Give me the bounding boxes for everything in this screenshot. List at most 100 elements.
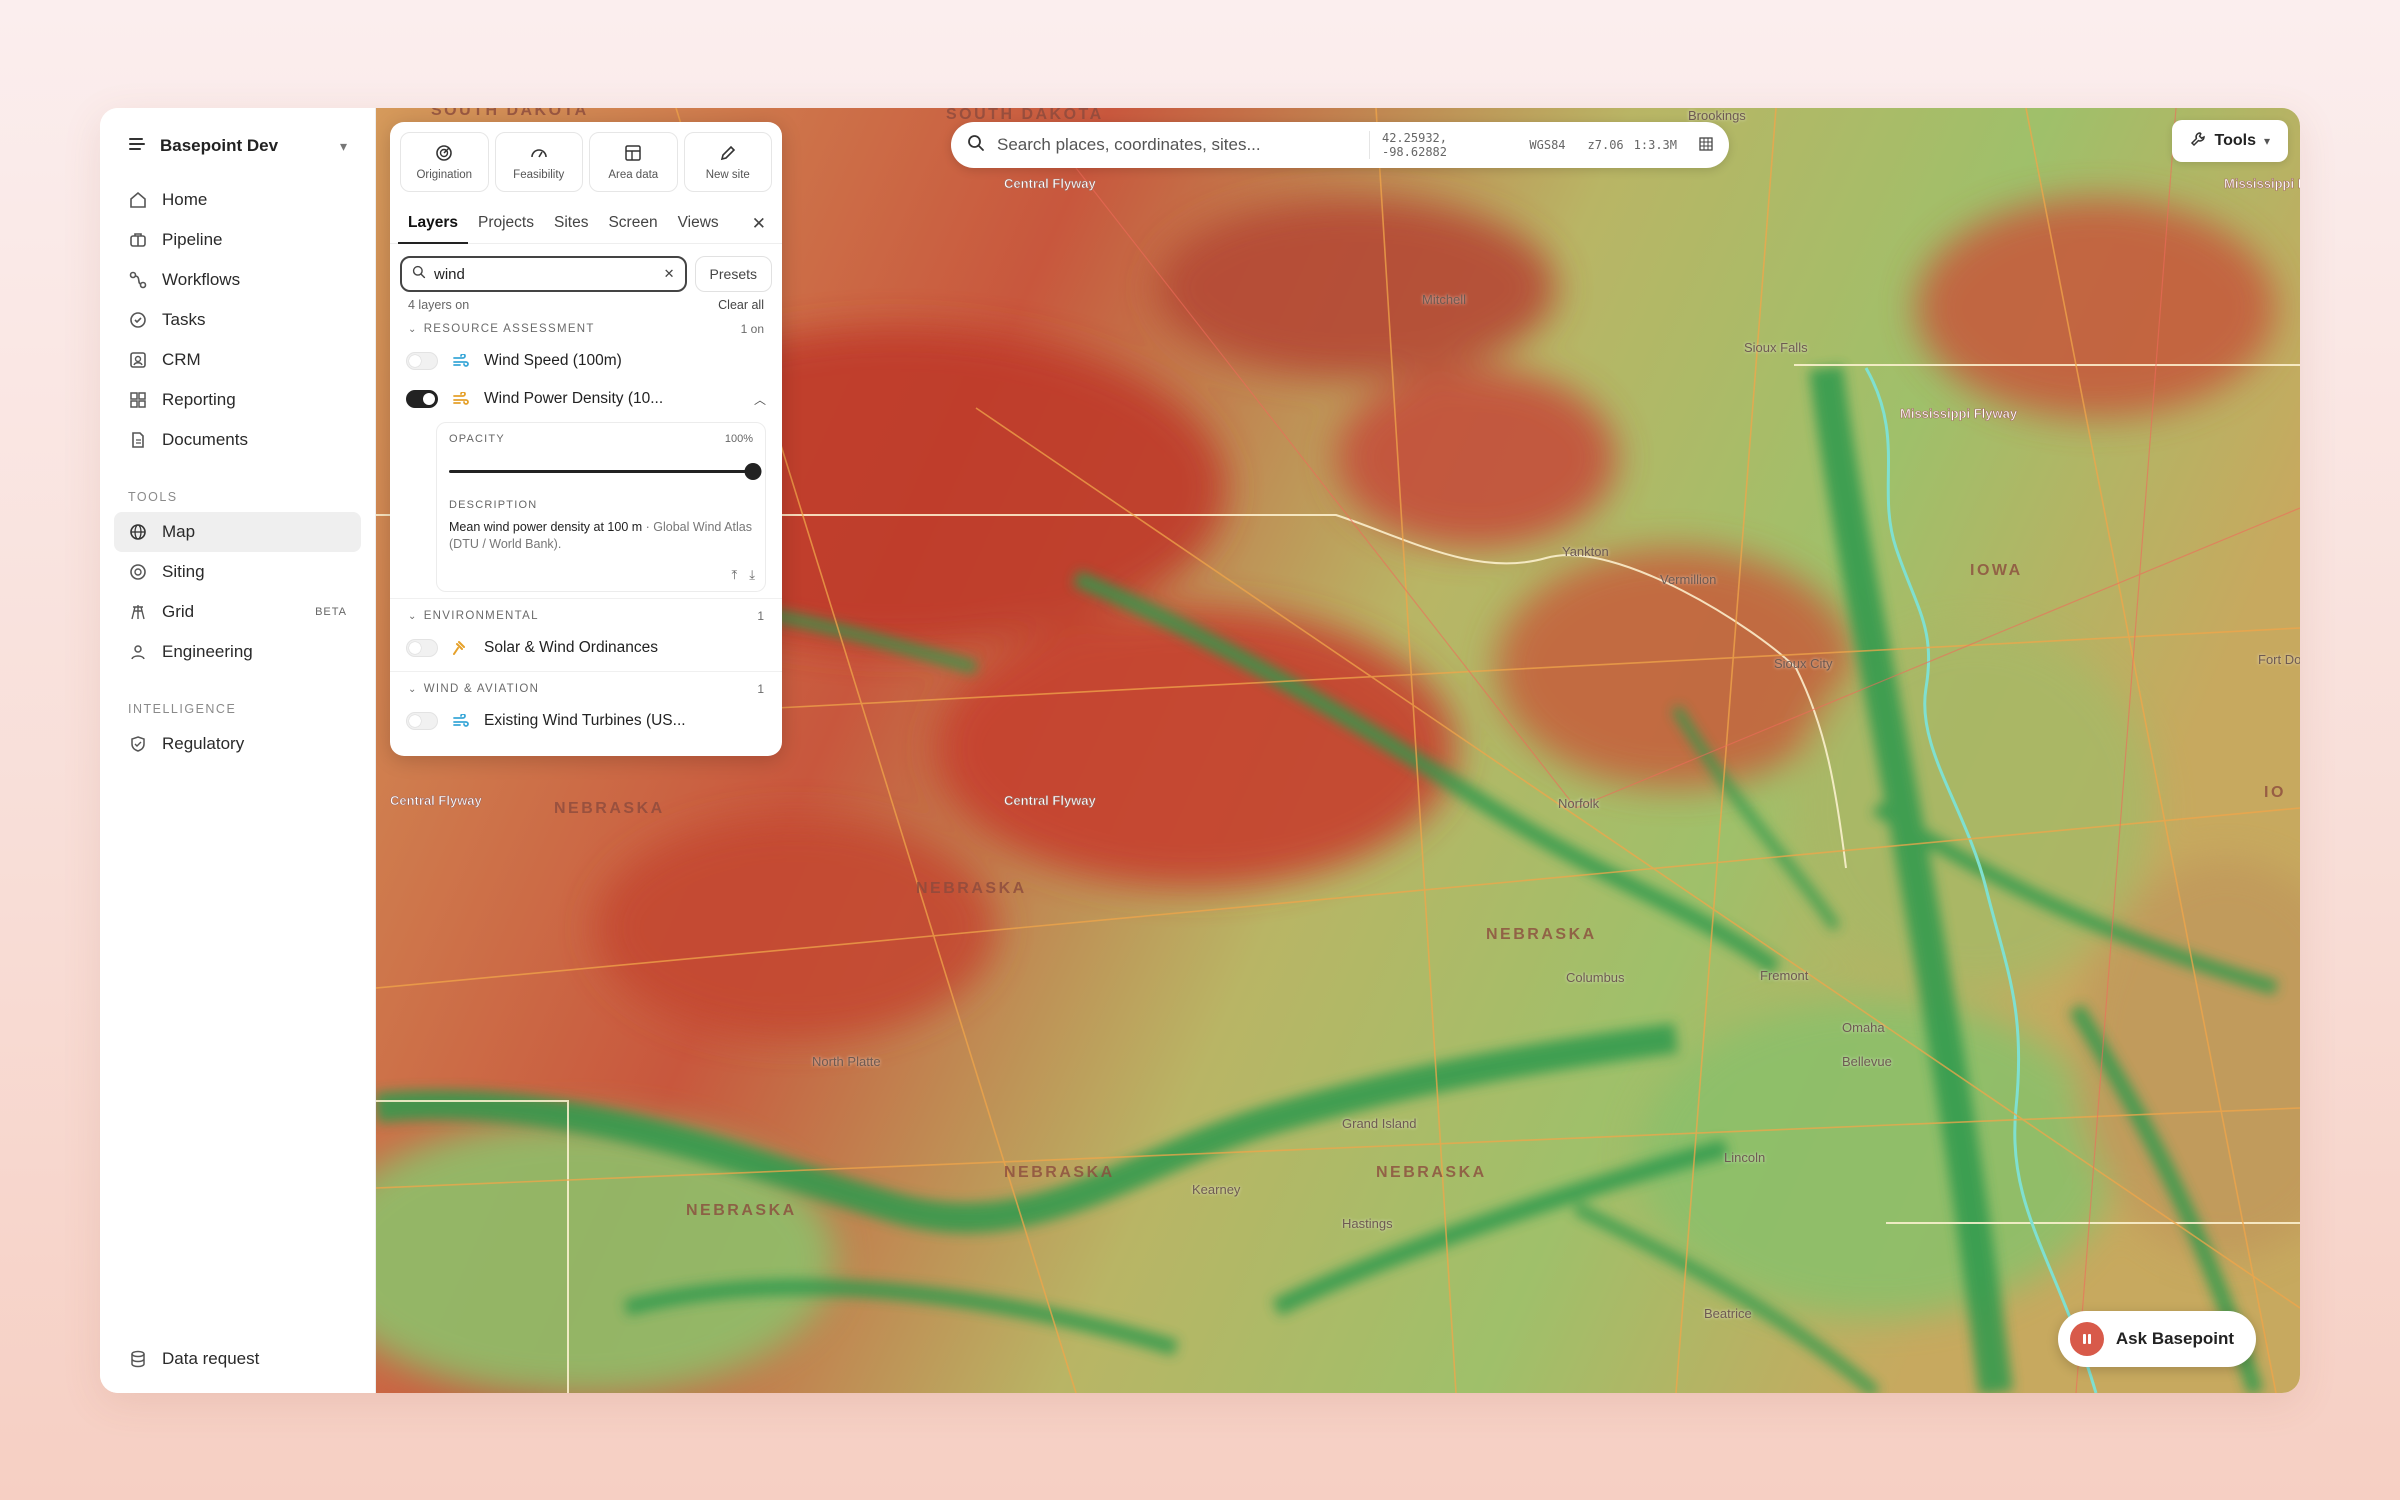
divider <box>390 598 782 599</box>
tools-nav: Map Siting Grid BETA Engineering <box>114 512 361 672</box>
nav-item-home[interactable]: Home <box>114 180 361 220</box>
origination-icon <box>434 143 454 163</box>
presets-button[interactable]: Presets <box>694 256 772 292</box>
nav-item-data-request[interactable]: Data request <box>114 1339 362 1379</box>
city-label: Yankton <box>1562 544 1609 559</box>
origination-button[interactable]: Origination <box>400 132 489 192</box>
mode-label: Origination <box>416 169 473 181</box>
nav-label: Documents <box>162 430 248 449</box>
flyway-label: Central Flyway <box>1004 793 1096 809</box>
tab-views[interactable]: Views <box>668 204 729 244</box>
tab-projects[interactable]: Projects <box>468 204 544 244</box>
clear-filter-icon[interactable]: ✕ <box>664 266 675 282</box>
nav-label: Grid <box>162 602 195 621</box>
grid-icon <box>128 390 148 410</box>
panel-tabs: Layers Projects Sites Screen Views ✕ <box>390 204 782 244</box>
slider-thumb[interactable] <box>744 463 762 480</box>
workspace-switcher[interactable]: Basepoint Dev ▾ <box>114 122 361 170</box>
city-label: Mitchell <box>1422 292 1467 307</box>
nav-item-grid[interactable]: Grid BETA <box>114 592 361 632</box>
layer-toggle[interactable] <box>406 352 438 370</box>
mode-buttons: Origination Feasibility Area data New si… <box>390 122 782 192</box>
flyway-label: Mississippi F <box>2224 176 2300 192</box>
group-count: 1 on <box>740 322 764 336</box>
nav-item-engineering[interactable]: Engineering <box>114 632 361 672</box>
layer-filter-input[interactable] <box>434 265 656 283</box>
mode-label: New site <box>705 169 750 181</box>
group-header-environmental[interactable]: ⌄ ENVIRONMENTAL 1 <box>390 603 782 629</box>
nav-item-workflows[interactable]: Workflows <box>114 260 361 300</box>
feasibility-button[interactable]: Feasibility <box>494 132 583 192</box>
tools-button[interactable]: Tools ▾ <box>2172 120 2288 162</box>
nav-label: Regulatory <box>162 734 245 753</box>
state-label: NEBRASKA <box>686 1202 797 1219</box>
group-name: WIND & AVIATION <box>423 683 540 695</box>
nav-item-map[interactable]: Map <box>114 512 361 552</box>
divider <box>390 671 782 672</box>
city-label: Lincoln <box>1724 1150 1766 1165</box>
database-icon <box>128 1349 148 1369</box>
document-icon <box>128 430 148 450</box>
tab-layers[interactable]: Layers <box>398 204 468 244</box>
state-label: NEBRASKA <box>554 800 665 817</box>
shield-icon <box>128 734 148 754</box>
layer-name: Wind Power Density (10... <box>484 390 664 407</box>
contact-icon <box>128 350 148 370</box>
tab-sites[interactable]: Sites <box>544 204 598 244</box>
group-header-wind-aviation[interactable]: ⌄ WIND & AVIATION 1 <box>390 676 782 702</box>
map-canvas[interactable]: SOUTH DAKOTA SOUTH DAKOTA IOWA NEBRASKA … <box>376 108 2300 1393</box>
state-label: IO <box>2264 784 2286 801</box>
layer-row-wind-speed: Wind Speed (100m) <box>390 342 782 380</box>
grid-icon[interactable] <box>1699 136 1713 154</box>
intelligence-section-label: INTELLIGENCE <box>128 702 237 716</box>
layer-name: Wind Speed (100m) <box>484 352 622 369</box>
bring-to-top-icon[interactable]: ⤒ <box>732 567 738 583</box>
tower-icon <box>128 602 148 622</box>
nav-item-documents[interactable]: Documents <box>114 420 361 460</box>
divider <box>1369 131 1370 159</box>
group-header-resource-assessment[interactable]: ⌄ RESOURCE ASSESSMENT 1 on <box>390 316 782 342</box>
description-text: Mean wind power density at 100 m <box>449 520 643 534</box>
nav-item-tasks[interactable]: Tasks <box>114 300 361 340</box>
wind-icon <box>452 712 470 730</box>
beta-badge: BETA <box>315 606 347 618</box>
nav-item-reporting[interactable]: Reporting <box>114 380 361 420</box>
city-label: Bellevue <box>1842 1054 1892 1069</box>
layer-toggle[interactable] <box>406 390 438 408</box>
mode-label: Area data <box>608 169 659 181</box>
nav-item-regulatory[interactable]: Regulatory <box>114 724 361 764</box>
layer-actions: ⤒ ⤓ <box>732 567 756 583</box>
tab-screen[interactable]: Screen <box>598 204 667 244</box>
target-icon <box>128 562 148 582</box>
close-icon[interactable]: ✕ <box>744 214 774 234</box>
coordinates-readout: 42.25932, -98.62882 <box>1381 131 1447 159</box>
clear-all-button[interactable]: Clear all <box>718 298 764 312</box>
ask-basepoint-button[interactable]: Ask Basepoint <box>2057 1311 2256 1367</box>
area-data-button[interactable]: Area data <box>589 132 678 192</box>
main-nav: Home Pipeline Workflows Tasks CRM Report… <box>114 180 361 460</box>
nav-item-siting[interactable]: Siting <box>114 552 361 592</box>
nav-item-pipeline[interactable]: Pipeline <box>114 220 361 260</box>
nav-label: Data request <box>162 1349 260 1368</box>
app-window: Basepoint Dev ▾ Home Pipeline Workflows … <box>100 108 2300 1393</box>
mode-label: Feasibility <box>513 169 565 181</box>
new-site-button[interactable]: New site <box>683 132 772 192</box>
layer-detail: OPACITY 100% DESCRIPTION Mean wind power… <box>436 422 766 592</box>
state-label: IOWA <box>1970 562 2023 579</box>
chevron-up-icon[interactable]: ︿ <box>754 391 766 408</box>
layer-toggle[interactable] <box>406 712 438 730</box>
nav-item-crm[interactable]: CRM <box>114 340 361 380</box>
nav-label: Workflows <box>162 270 241 289</box>
download-icon[interactable]: ⤓ <box>749 567 755 583</box>
search-input[interactable] <box>997 135 1357 155</box>
description-header: DESCRIPTION <box>449 499 753 511</box>
opacity-slider[interactable] <box>449 463 762 480</box>
state-label: SOUTH DAKOTA <box>431 108 589 119</box>
opacity-label: OPACITY <box>449 433 505 445</box>
engineer-icon <box>128 642 148 662</box>
layer-toggle[interactable] <box>406 639 438 657</box>
map-meta: 42.25932, -98.62882 WGS84 z7.06 1:3.3M <box>1382 131 1713 159</box>
datum-readout[interactable]: WGS84 <box>1529 138 1565 152</box>
nav-label: Pipeline <box>162 230 223 249</box>
nav-label: Tasks <box>162 310 206 329</box>
